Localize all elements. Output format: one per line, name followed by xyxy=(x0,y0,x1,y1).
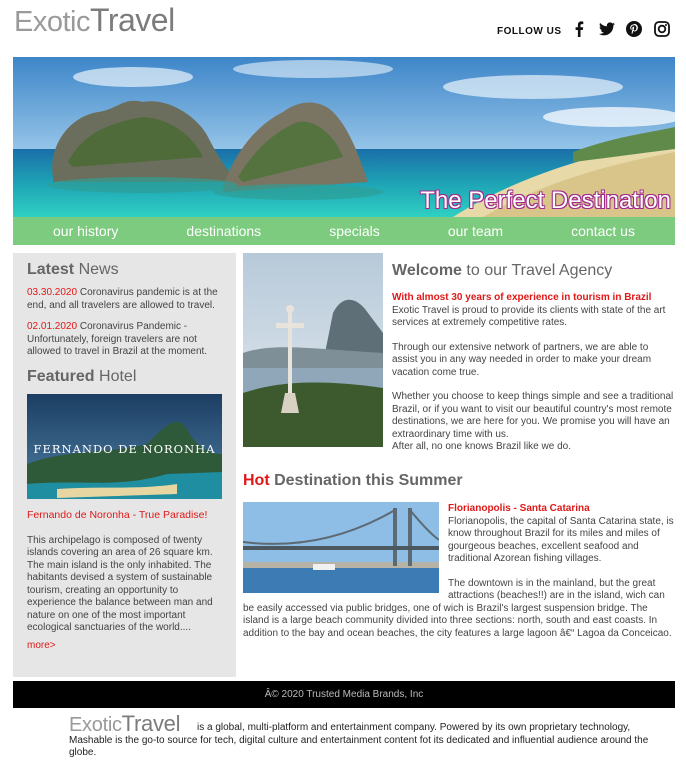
nav-contact-us[interactable]: contact us xyxy=(571,223,635,239)
logo-text-part1: Exotic xyxy=(14,6,90,38)
copyright-text: Â© 2020 Trusted Media Brands, Inc xyxy=(264,689,424,700)
main-nav: our history destinations specials our te… xyxy=(13,217,675,245)
welcome-paragraph: After all, no one knows Brazil like we d… xyxy=(392,441,571,452)
welcome-image xyxy=(243,253,383,447)
site-logo[interactable]: ExoticTravel xyxy=(14,2,175,42)
featured-hotel-image[interactable]: FERNANDO DE NORONHA xyxy=(27,393,222,499)
hot-destination-section: Florianopolis - Santa Catarina Florianop… xyxy=(243,503,676,640)
featured-hotel-link[interactable]: Fernando de Noronha - True Paradise! xyxy=(27,509,222,521)
nav-our-team[interactable]: our team xyxy=(448,223,503,239)
more-link[interactable]: more> xyxy=(27,640,56,651)
hot-destination-paragraph: Florianopolis, the capital of Santa Cata… xyxy=(448,515,674,565)
twitter-icon[interactable] xyxy=(598,20,616,38)
welcome-paragraph: Whether you choose to keep things simple… xyxy=(392,391,674,440)
pinterest-icon[interactable] xyxy=(625,20,643,38)
welcome-paragraph: Exotic Travel is proud to provide its cl… xyxy=(392,304,666,329)
hero-banner: The Perfect Destination xyxy=(13,57,675,217)
sidebar: Latest News 03.30.2020 Coronavirus pande… xyxy=(13,253,236,677)
footer-description: is a global, multi-platform and entertai… xyxy=(69,722,649,758)
nav-destinations[interactable]: destinations xyxy=(186,223,261,239)
news-date: 02.01.2020 xyxy=(27,321,78,332)
hot-destination-heading: Hot Destination this Summer xyxy=(243,472,463,489)
featured-hotel-heading: Featured Hotel xyxy=(27,367,137,385)
news-date: 03.30.2020 xyxy=(27,287,78,298)
welcome-heading: Welcome to our Travel Agency xyxy=(392,262,613,279)
featured-hotel-description: This archipelago is composed of twenty i… xyxy=(27,534,213,634)
welcome-section: Welcome to our Travel Agency With almost… xyxy=(392,253,676,454)
instagram-icon[interactable] xyxy=(653,20,671,38)
latest-news-heading: Latest News xyxy=(27,261,119,278)
follow-us-label: FOLLOW US xyxy=(497,26,562,37)
nav-our-history[interactable]: our history xyxy=(53,223,118,239)
hero-caption: The Perfect Destination xyxy=(420,187,671,214)
news-item: 02.01.2020 Coronavirus Pandemic - Unfort… xyxy=(27,321,222,359)
facebook-icon[interactable] xyxy=(570,20,588,38)
welcome-paragraph: Through our extensive network of partner… xyxy=(392,341,652,378)
nav-specials[interactable]: specials xyxy=(329,223,380,239)
hotel-image-caption: FERNANDO DE NORONHA xyxy=(33,441,216,456)
welcome-highlight: With almost 30 years of experience in to… xyxy=(392,292,652,303)
logo-text-part2: Travel xyxy=(89,2,175,38)
footer-bar: Â© 2020 Trusted Media Brands, Inc xyxy=(13,681,675,708)
news-item: 03.30.2020 Coronavirus pandemic is at th… xyxy=(27,287,222,312)
